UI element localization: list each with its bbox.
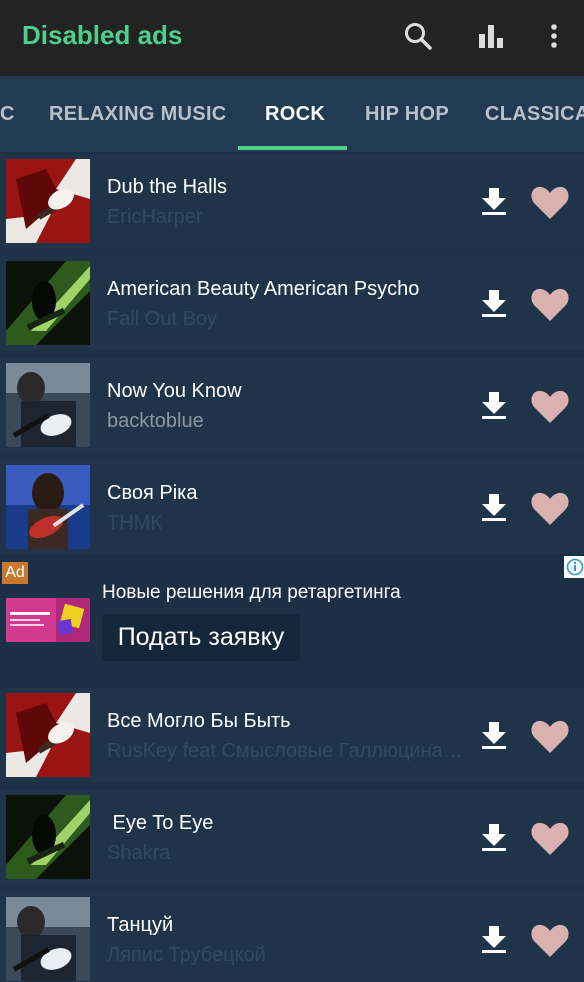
song-row[interactable]: Dub the Halls EricHarper: [0, 154, 584, 248]
song-title: Танцуй: [107, 914, 174, 936]
favorite-heart-icon[interactable]: [531, 822, 569, 856]
ad-headline: Новые решения для ретаргетинга: [102, 582, 401, 603]
song-row[interactable]: Танцуй Ляпис Трубецкой: [0, 892, 584, 982]
category-tabs: C RELAXING MUSIC ROCK HIP HOP CLASSICA: [0, 76, 584, 152]
song-artist: backtoblue: [107, 410, 204, 432]
song-row[interactable]: American Beauty American Psycho Fall Out…: [0, 256, 584, 350]
song-artist: Ляпис Трубецкой: [107, 944, 266, 966]
ad-image[interactable]: [6, 598, 90, 642]
song-row[interactable]: Eye To Eye Shakra: [0, 790, 584, 884]
app-title: Disabled ads: [22, 20, 183, 50]
tab-hip-hop[interactable]: HIP HOP: [365, 76, 449, 152]
equalizer-icon[interactable]: [475, 20, 507, 52]
download-icon[interactable]: [480, 288, 508, 318]
tab-rock[interactable]: ROCK: [265, 76, 325, 152]
download-icon[interactable]: [480, 720, 508, 750]
download-icon[interactable]: [480, 186, 508, 216]
album-art: [6, 693, 90, 777]
song-title: Now You Know: [107, 380, 242, 402]
song-row[interactable]: Все Могло Бы Быть RusKey feat Смысловые …: [0, 688, 584, 782]
ad-banner[interactable]: Ad Новые решения для ретаргетинга Подать…: [0, 554, 584, 684]
album-art: [6, 795, 90, 879]
download-icon[interactable]: [480, 492, 508, 522]
song-title: Своя Ріка: [107, 482, 198, 504]
ad-apply-button[interactable]: Подать заявку: [102, 614, 300, 661]
ad-badge: Ad: [2, 562, 28, 584]
more-vert-icon[interactable]: [538, 20, 570, 52]
ad-info-icon[interactable]: [564, 556, 584, 578]
favorite-heart-icon[interactable]: [531, 492, 569, 526]
favorite-heart-icon[interactable]: [531, 720, 569, 754]
favorite-heart-icon[interactable]: [531, 186, 569, 220]
download-icon[interactable]: [480, 924, 508, 954]
search-icon[interactable]: [402, 20, 434, 52]
song-artist: Fall Out Boy: [107, 308, 218, 330]
album-art: [6, 261, 90, 345]
active-tab-indicator: [238, 146, 347, 150]
album-art: [6, 465, 90, 549]
song-title: Eye To Eye: [107, 812, 214, 834]
song-title: American Beauty American Psycho: [107, 278, 420, 300]
song-artist: EricHarper: [107, 206, 203, 228]
song-artist: RusKey feat Смысловые Галлюцинации: [107, 740, 467, 762]
song-artist: Shakra: [107, 842, 171, 864]
tab-relaxing-music[interactable]: RELAXING MUSIC: [49, 76, 227, 152]
song-title: Dub the Halls: [107, 176, 228, 198]
favorite-heart-icon[interactable]: [531, 390, 569, 424]
song-artist: ТНМК: [107, 512, 162, 534]
album-art: [6, 897, 90, 981]
download-icon[interactable]: [480, 390, 508, 420]
song-row[interactable]: Своя Ріка ТНМК: [0, 460, 584, 554]
song-row[interactable]: Now You Know backtoblue: [0, 358, 584, 452]
favorite-heart-icon[interactable]: [531, 924, 569, 958]
app-bar: Disabled ads: [0, 0, 584, 76]
song-title: Все Могло Бы Быть: [107, 710, 291, 732]
tab-c[interactable]: C: [0, 76, 15, 152]
tab-classical[interactable]: CLASSICA: [485, 76, 584, 152]
favorite-heart-icon[interactable]: [531, 288, 569, 322]
album-art: [6, 363, 90, 447]
album-art: [6, 159, 90, 243]
download-icon[interactable]: [480, 822, 508, 852]
